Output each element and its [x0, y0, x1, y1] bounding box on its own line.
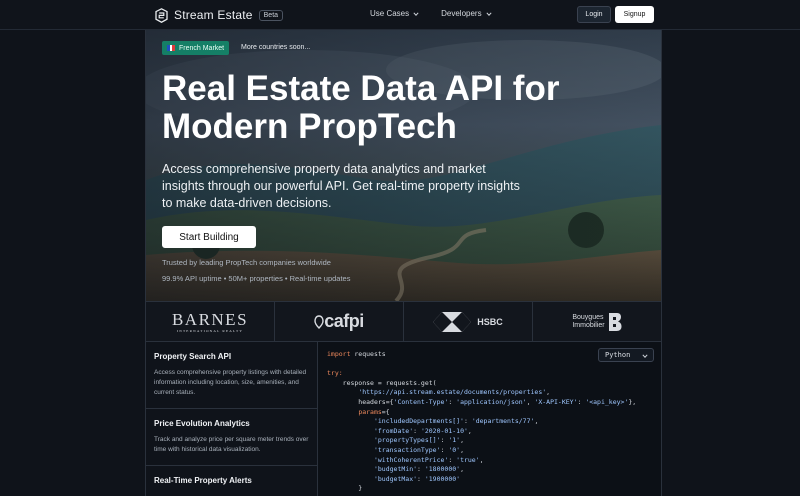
code-line: 'includedDepartments[]': 'departments/77…	[373, 417, 539, 426]
stream-estate-logo-icon	[155, 7, 168, 23]
bouygues-logo-line1: Bouygues	[572, 313, 604, 321]
code-line: 'https://api.stream.estate/documents/pro…	[358, 388, 551, 397]
language-select-value: Python	[605, 351, 631, 359]
cafpi-logo: cafpi	[314, 311, 364, 332]
bouygues-logo-line2: Immobilier	[572, 321, 605, 329]
barnes-logo-subtext: INTERNATIONAL REALTY	[176, 329, 244, 333]
nav-developers[interactable]: Developers	[441, 9, 492, 18]
hsbc-logo-text: HSBC	[477, 316, 503, 327]
brand[interactable]: Stream Estate Beta	[155, 7, 284, 23]
stats-text: 99.9% API uptime • 50M+ properties • Rea…	[162, 274, 351, 283]
code-line: 'budgetMin': '1800000',	[373, 465, 464, 474]
feature-price-evolution[interactable]: Price Evolution Analytics Track and anal…	[146, 409, 317, 466]
barnes-logo-text: BARNES	[171, 310, 249, 329]
code-block: import requests try: response = requests…	[327, 350, 636, 494]
code-line: import requests	[327, 350, 386, 358]
language-select[interactable]: Python	[598, 348, 654, 362]
france-flag-icon	[167, 45, 176, 51]
nav-use-cases[interactable]: Use Cases	[370, 9, 419, 18]
code-line: params={	[358, 407, 390, 416]
hero-description: Access comprehensive property data analy…	[162, 162, 520, 210]
bouygues-logo: Bouygues Immobilier	[572, 312, 622, 332]
trusted-text: Trusted by leading PropTech companies wo…	[162, 258, 331, 267]
nav-use-cases-label: Use Cases	[370, 9, 410, 18]
bouygues-mark-icon	[608, 312, 622, 331]
chevron-down-icon	[642, 354, 648, 358]
market-pill: French Market	[162, 41, 230, 55]
hero-title: Real Estate Data API for Modern PropTech	[162, 69, 560, 146]
cafpi-mark-icon	[314, 314, 324, 329]
hsbc-hexagon-icon	[433, 311, 472, 332]
code-line: 'propertyTypes[]': '1',	[373, 436, 464, 445]
signup-button[interactable]: Signup	[615, 6, 654, 23]
logo-cell-bouygues: Bouygues Immobilier	[533, 302, 661, 341]
market-pill-label: French Market	[179, 44, 225, 52]
feature-title: Real-Time Property Alerts	[154, 476, 252, 485]
feature-description: Access comprehensive property listings w…	[154, 369, 307, 396]
code-line: 'budgetMax': '1900000'	[373, 474, 461, 483]
logo-cell-barnes: BARNES INTERNATIONAL REALTY	[146, 302, 275, 341]
brand-name: Stream Estate	[174, 8, 253, 22]
code-line: 'transactionType': '0',	[373, 445, 464, 454]
feature-property-alerts[interactable]: Real-Time Property Alerts	[146, 466, 317, 496]
chevron-down-icon	[413, 11, 419, 16]
top-navbar: Stream Estate Beta Use Cases Developers …	[0, 0, 800, 30]
logo-cell-cafpi: cafpi	[275, 302, 404, 341]
code-line: headers={'Content-Type': 'application/js…	[327, 397, 637, 406]
code-line: response = requests.get(	[327, 378, 437, 387]
nav-developers-label: Developers	[441, 9, 482, 18]
barnes-logo: BARNES INTERNATIONAL REALTY	[172, 310, 248, 333]
code-line: 'fromDate': '2020-01-10',	[373, 426, 472, 435]
code-line: 'withCoherentPrice': 'true',	[373, 455, 484, 464]
start-building-button[interactable]: Start Building	[162, 226, 256, 248]
login-button[interactable]: Login	[577, 6, 611, 23]
beta-badge: Beta	[258, 9, 284, 21]
hsbc-logo: HSBC	[433, 311, 503, 332]
features-list: Property Search API Access comprehensive…	[146, 342, 318, 496]
feature-title: Property Search API	[154, 352, 232, 361]
feature-property-search[interactable]: Property Search API Access comprehensive…	[146, 342, 317, 409]
hero-section: French Market More countries soon... Rea…	[146, 30, 661, 301]
partner-logos: BARNES INTERNATIONAL REALTY cafpi HSBC B…	[146, 301, 661, 342]
more-countries-text: More countries soon...	[241, 44, 311, 51]
feature-description: Track and analyze price per square meter…	[154, 436, 309, 453]
code-line: try:	[327, 369, 343, 378]
chevron-down-icon	[486, 11, 492, 16]
code-example-panel: import requests try: response = requests…	[318, 342, 661, 496]
nav-links: Use Cases Developers	[370, 9, 492, 18]
logo-cell-hsbc: HSBC	[404, 302, 533, 341]
feature-title: Price Evolution Analytics	[154, 419, 250, 428]
code-line: }	[327, 484, 363, 493]
cafpi-logo-text: cafpi	[324, 311, 364, 331]
